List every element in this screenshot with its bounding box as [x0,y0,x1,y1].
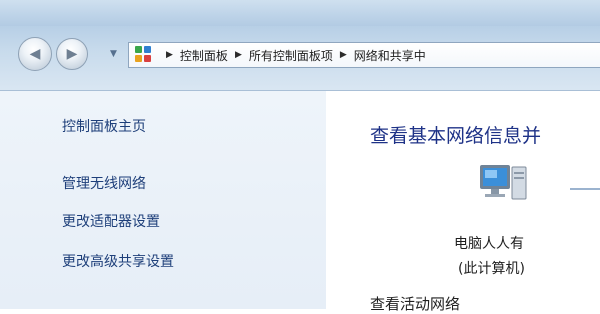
network-map-line [570,188,600,190]
chevron-down-icon: ▼ [110,49,117,59]
sidebar-item-advanced-sharing[interactable]: 更改高级共享设置 [62,251,174,271]
breadcrumb-separator[interactable]: ▶ [340,50,347,60]
breadcrumb-separator[interactable]: ▶ [166,50,173,60]
breadcrumb-control-panel[interactable]: 控制面板 [180,47,228,64]
active-networks-heading: 查看活动网络 [370,295,461,313]
sidebar-item-control-panel-home[interactable]: 控制面板主页 [62,116,146,136]
window-titlebar [0,0,600,26]
computer-subtitle: (此计算机) [458,261,525,277]
sidebar-item-manage-wireless[interactable]: 管理无线网络 [62,173,146,193]
address-bar[interactable]: ▶ 控制面板 ▶ 所有控制面板项 ▶ 网络和共享中 [128,42,600,68]
computer-icon[interactable] [476,163,530,209]
back-button[interactable]: ◀ [18,37,52,71]
sidebar: 控制面板主页 管理无线网络 更改适配器设置 更改高级共享设置 [0,91,326,309]
back-arrow-icon: ◀ [29,46,41,62]
forward-button[interactable]: ▶ [56,38,88,70]
sidebar-item-adapter-settings[interactable]: 更改适配器设置 [62,211,160,231]
page-title: 查看基本网络信息并 [370,125,542,147]
breadcrumb-all-items[interactable]: 所有控制面板项 [249,47,333,64]
computer-name: 电脑人人有 [454,236,524,252]
breadcrumb-network-sharing[interactable]: 网络和共享中 [354,47,426,64]
main-content: 查看基本网络信息并 电脑人人有 (此计算机) 查看活动网络 [326,91,600,313]
control-panel-icon [135,46,153,64]
forward-arrow-icon: ▶ [66,46,78,62]
breadcrumb-separator[interactable]: ▶ [235,50,242,60]
history-dropdown-button[interactable]: ▼ [110,49,117,59]
